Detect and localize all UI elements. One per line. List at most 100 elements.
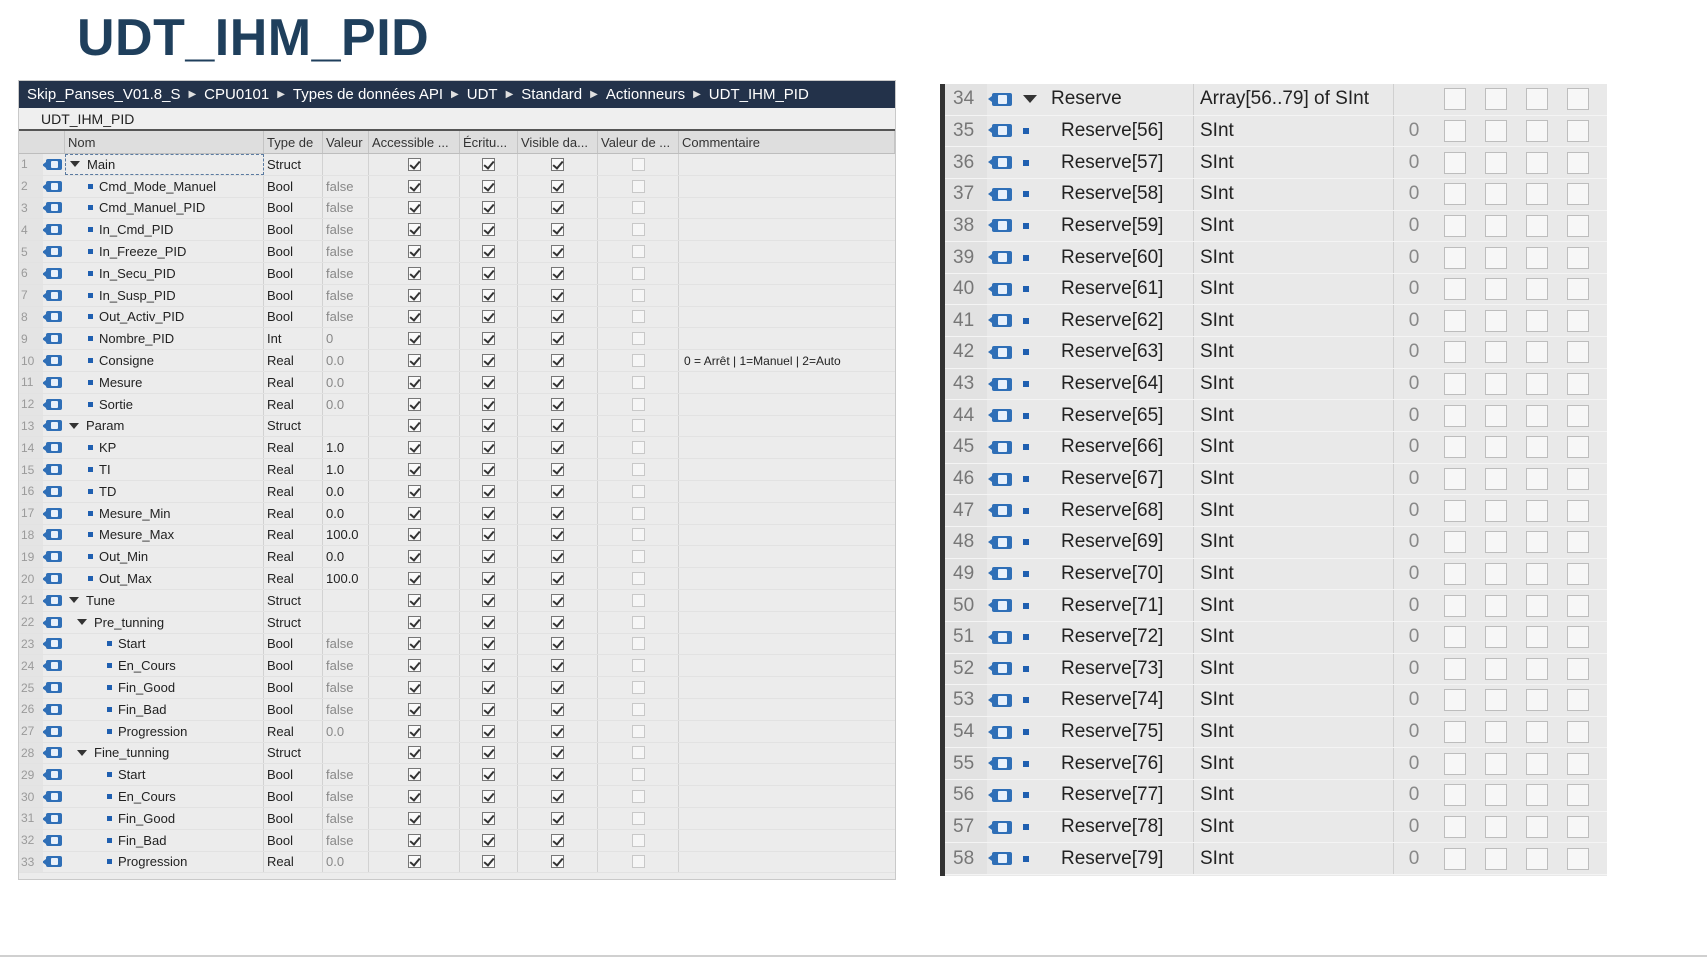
writable-hmi-checkbox[interactable] — [1484, 88, 1507, 111]
name-cell[interactable]: In_Secu_PID — [65, 262, 264, 284]
setpoint-checkbox[interactable] — [631, 768, 645, 782]
table-row[interactable]: 33 Progression Real 0.0 — [19, 851, 895, 874]
accessible-hmi-checkbox[interactable] — [407, 484, 421, 498]
setpoint-checkbox[interactable] — [631, 310, 645, 324]
table-row[interactable]: 7 In_Susp_PID Bool false — [19, 284, 895, 307]
writable-hmi-checkbox[interactable] — [482, 702, 495, 716]
type-cell[interactable]: Real — [264, 568, 323, 589]
name-cell[interactable]: Reserve[63] — [1017, 337, 1194, 368]
writable-hmi-checkbox[interactable] — [1484, 404, 1507, 427]
type-cell[interactable]: SInt — [1194, 558, 1394, 590]
writable-hmi-checkbox[interactable] — [1484, 784, 1507, 807]
default-value-cell[interactable]: false — [323, 175, 369, 197]
accessible-hmi-checkbox[interactable] — [407, 288, 421, 302]
setpoint-checkbox[interactable] — [1566, 183, 1589, 206]
setpoint-checkbox[interactable] — [631, 375, 645, 389]
writable-hmi-checkbox[interactable] — [482, 484, 495, 498]
accessible-hmi-checkbox[interactable] — [407, 179, 421, 193]
writable-hmi-checkbox[interactable] — [482, 266, 495, 280]
name-cell[interactable]: Cmd_Manuel_PID — [65, 197, 264, 219]
accessible-hmi-checkbox[interactable] — [407, 615, 421, 629]
breadcrumb-item[interactable]: CPU0101 — [200, 86, 273, 103]
visible-hmi-checkbox[interactable] — [551, 157, 564, 171]
writable-hmi-checkbox[interactable] — [482, 528, 495, 542]
breadcrumb-item[interactable]: Types de données API — [289, 86, 447, 103]
visible-hmi-checkbox[interactable] — [1525, 626, 1548, 649]
visible-hmi-checkbox[interactable] — [1525, 436, 1548, 459]
visible-hmi-checkbox[interactable] — [1525, 88, 1548, 111]
default-value-cell[interactable] — [323, 611, 369, 633]
type-cell[interactable]: Bool — [264, 698, 323, 720]
visible-hmi-checkbox[interactable] — [1525, 341, 1548, 364]
type-cell[interactable]: Real — [264, 546, 323, 568]
name-cell[interactable]: Consigne — [65, 350, 264, 371]
column-header-7[interactable]: Valeur de ... — [598, 131, 679, 153]
default-value-cell[interactable]: 0 — [1394, 780, 1434, 811]
name-cell[interactable]: Start — [65, 633, 264, 655]
accessible-hmi-checkbox[interactable] — [1443, 373, 1466, 396]
visible-hmi-checkbox[interactable] — [551, 746, 564, 760]
accessible-hmi-checkbox[interactable] — [407, 223, 421, 237]
visible-hmi-checkbox[interactable] — [551, 550, 564, 564]
writable-hmi-checkbox[interactable] — [1484, 657, 1507, 680]
table-row[interactable]: 55 Reserve[76] SInt 0 — [945, 748, 1607, 781]
accessible-hmi-checkbox[interactable] — [407, 397, 421, 411]
table-row[interactable]: 43 Reserve[64] SInt 0 — [945, 368, 1607, 401]
default-value-cell[interactable]: false — [323, 807, 369, 829]
writable-hmi-checkbox[interactable] — [482, 550, 495, 564]
visible-hmi-checkbox[interactable] — [1525, 657, 1548, 680]
table-row[interactable]: 50 Reserve[71] SInt 0 — [945, 590, 1607, 622]
type-cell[interactable]: SInt — [1194, 210, 1394, 242]
writable-hmi-checkbox[interactable] — [482, 157, 495, 171]
table-row[interactable]: 35 Reserve[56] SInt 0 — [945, 115, 1607, 148]
visible-hmi-checkbox[interactable] — [551, 506, 564, 520]
writable-hmi-checkbox[interactable] — [482, 245, 495, 259]
comment-cell[interactable] — [679, 830, 895, 851]
default-value-cell[interactable]: 100.0 — [323, 524, 369, 546]
name-cell[interactable]: Reserve[69] — [1017, 526, 1194, 558]
type-cell[interactable]: SInt — [1194, 590, 1394, 621]
default-value-cell[interactable]: 0 — [1394, 843, 1434, 874]
writable-hmi-checkbox[interactable] — [1484, 119, 1507, 142]
name-cell[interactable]: Reserve[64] — [1017, 368, 1194, 400]
table-row[interactable]: 18 Mesure_Max Real 100.0 — [19, 524, 895, 547]
type-cell[interactable]: SInt — [1194, 337, 1394, 368]
name-cell[interactable]: Progression — [65, 851, 264, 873]
name-cell[interactable]: Param — [65, 415, 264, 437]
visible-hmi-checkbox[interactable] — [551, 354, 564, 368]
setpoint-checkbox[interactable] — [1566, 847, 1589, 870]
writable-hmi-checkbox[interactable] — [482, 855, 495, 869]
writable-hmi-checkbox[interactable] — [1484, 436, 1507, 459]
table-row[interactable]: 17 Mesure_Min Real 0.0 — [19, 502, 895, 525]
visible-hmi-checkbox[interactable] — [1525, 119, 1548, 142]
setpoint-checkbox[interactable] — [631, 724, 645, 738]
setpoint-checkbox[interactable] — [1566, 373, 1589, 396]
default-value-cell[interactable]: 0 — [1394, 337, 1434, 368]
type-cell[interactable]: SInt — [1194, 653, 1394, 685]
comment-cell[interactable] — [679, 416, 895, 437]
default-value-cell[interactable]: 0 — [1394, 812, 1434, 843]
comment-cell[interactable]: 0 = Arrêt | 1=Manuel | 2=Auto — [679, 350, 895, 371]
type-cell[interactable]: Bool — [264, 829, 323, 851]
accessible-hmi-checkbox[interactable] — [407, 811, 421, 825]
visible-hmi-checkbox[interactable] — [551, 637, 564, 651]
name-cell[interactable]: Reserve[76] — [1017, 748, 1194, 780]
type-cell[interactable]: Real — [264, 502, 323, 524]
type-cell[interactable]: Struct — [264, 154, 323, 175]
table-row[interactable]: 27 Progression Real 0.0 — [19, 720, 895, 743]
accessible-hmi-checkbox[interactable] — [1443, 594, 1466, 617]
type-cell[interactable]: Bool — [264, 219, 323, 241]
default-value-cell[interactable]: 0.0 — [323, 350, 369, 371]
default-value-cell[interactable]: 0.0 — [323, 851, 369, 873]
default-value-cell[interactable]: false — [323, 698, 369, 720]
default-value-cell[interactable]: 0.0 — [323, 546, 369, 568]
accessible-hmi-checkbox[interactable] — [407, 746, 421, 760]
setpoint-checkbox[interactable] — [631, 223, 645, 237]
setpoint-checkbox[interactable] — [1566, 468, 1589, 490]
table-row[interactable]: 9 Nombre_PID Int 0 — [19, 328, 895, 351]
writable-hmi-checkbox[interactable] — [482, 332, 495, 346]
name-cell[interactable]: Sortie — [65, 393, 264, 415]
writable-hmi-checkbox[interactable] — [1484, 847, 1507, 870]
type-cell[interactable]: Bool — [264, 197, 323, 219]
name-cell[interactable]: Out_Min — [65, 546, 264, 568]
